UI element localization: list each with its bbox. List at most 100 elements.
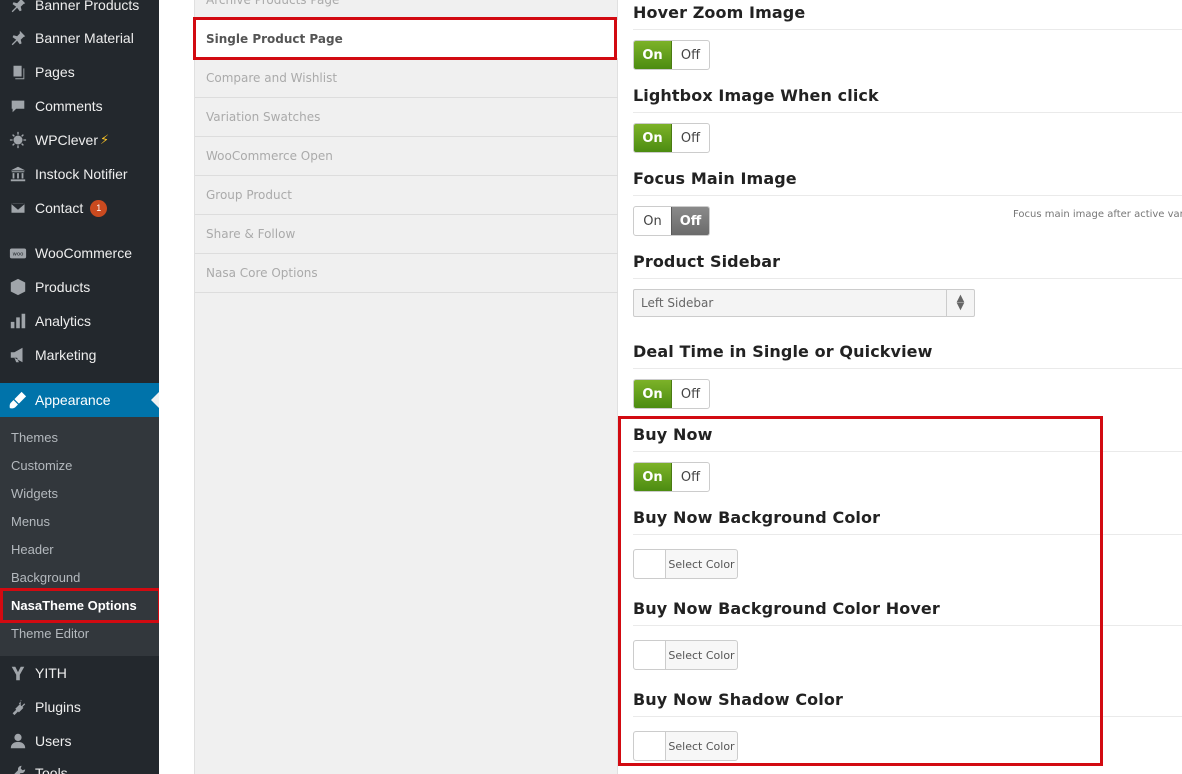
select-color-button[interactable]: Select Color bbox=[666, 641, 737, 669]
submenu-item-widgets[interactable]: Widgets bbox=[11, 484, 58, 504]
select-color-button[interactable]: Select Color bbox=[666, 732, 737, 760]
toggle-on[interactable]: On bbox=[634, 207, 671, 235]
bolt-icon: ⚡ bbox=[100, 132, 110, 147]
menu-label: Banner Material bbox=[35, 30, 134, 46]
menu-item-users[interactable]: Users bbox=[0, 724, 159, 758]
focus-main-toggle[interactable]: On Off bbox=[633, 206, 710, 236]
yith-icon bbox=[0, 664, 35, 682]
menu-item-yith[interactable]: YITH bbox=[0, 656, 159, 690]
field-title-buy-now: Buy Now bbox=[633, 425, 713, 444]
menu-item-marketing[interactable]: Marketing bbox=[0, 338, 159, 372]
menu-item-wpclever[interactable]: WPClever ⚡ bbox=[0, 123, 159, 157]
pages-icon bbox=[0, 63, 35, 81]
menu-item-pages[interactable]: Pages bbox=[0, 55, 159, 89]
sort-arrows-icon: ▲ ▼ bbox=[946, 290, 974, 316]
menu-item-woocommerce[interactable]: woo WooCommerce bbox=[0, 236, 159, 270]
field-separator bbox=[633, 278, 1182, 279]
menu-label: Users bbox=[35, 733, 72, 749]
product-sidebar-select[interactable]: Left Sidebar ▲ ▼ bbox=[633, 289, 975, 317]
menu-label: YITH bbox=[35, 665, 67, 681]
nav-item-archive-products[interactable]: Archive Products Page bbox=[195, 0, 618, 20]
buy-now-toggle[interactable]: On Off bbox=[633, 462, 710, 492]
toggle-off[interactable]: Off bbox=[672, 380, 709, 408]
nav-item-share-follow[interactable]: Share & Follow bbox=[195, 215, 618, 254]
thumbtack-icon bbox=[0, 0, 35, 14]
toggle-on[interactable]: On bbox=[634, 380, 672, 408]
admin-sidebar: Banner Products Banner Material Pages Co… bbox=[0, 0, 159, 774]
field-separator bbox=[633, 195, 1182, 196]
buy-now-bg-color-picker[interactable]: Select Color bbox=[633, 549, 738, 579]
nav-item-woocommerce-open[interactable]: WooCommerce Open bbox=[195, 137, 618, 176]
nav-item-single-product[interactable]: Single Product Page bbox=[195, 20, 618, 59]
email-icon bbox=[0, 199, 35, 217]
nav-item-variation-swatches[interactable]: Variation Swatches bbox=[195, 98, 618, 137]
menu-label: Marketing bbox=[35, 347, 97, 363]
field-separator bbox=[633, 451, 1182, 452]
users-icon bbox=[0, 732, 35, 750]
megaphone-icon bbox=[0, 346, 35, 364]
field-separator bbox=[633, 716, 1182, 717]
buy-now-bg-hover-color-picker[interactable]: Select Color bbox=[633, 640, 738, 670]
menu-item-products[interactable]: Products bbox=[0, 270, 159, 304]
menu-item-banner-material[interactable]: Banner Material bbox=[0, 21, 159, 55]
analytics-icon bbox=[0, 312, 35, 330]
color-swatch[interactable] bbox=[634, 641, 666, 669]
toggle-off[interactable]: Off bbox=[672, 463, 709, 491]
menu-label: Instock Notifier bbox=[35, 166, 128, 182]
comments-icon bbox=[0, 97, 35, 115]
color-swatch[interactable] bbox=[634, 550, 666, 578]
color-swatch[interactable] bbox=[634, 732, 666, 760]
notification-badge: 1 bbox=[90, 199, 108, 217]
field-title-focus-main: Focus Main Image bbox=[633, 169, 797, 188]
field-separator bbox=[633, 625, 1182, 626]
menu-item-analytics[interactable]: Analytics bbox=[0, 304, 159, 338]
menu-label: Analytics bbox=[35, 313, 92, 329]
toggle-off[interactable]: Off bbox=[672, 124, 709, 152]
menu-item-banner-products[interactable]: Banner Products bbox=[0, 0, 159, 22]
submenu-item-menus[interactable]: Menus bbox=[11, 512, 50, 532]
menu-label: Plugins bbox=[35, 699, 81, 715]
thumbtack-icon bbox=[0, 29, 35, 47]
menu-item-appearance[interactable]: Appearance bbox=[0, 383, 159, 417]
plugins-icon bbox=[0, 698, 35, 716]
field-title-hover-zoom: Hover Zoom Image bbox=[633, 3, 806, 22]
field-separator bbox=[633, 29, 1182, 30]
submenu-item-customize[interactable]: Customize bbox=[11, 456, 72, 476]
select-value: Left Sidebar bbox=[641, 296, 714, 310]
menu-label: Banner Products bbox=[35, 0, 140, 13]
field-title-deal-time: Deal Time in Single or Quickview bbox=[633, 342, 933, 361]
submenu-item-header[interactable]: Header bbox=[11, 540, 54, 560]
submenu-item-themes[interactable]: Themes bbox=[11, 428, 58, 448]
menu-item-comments[interactable]: Comments bbox=[0, 89, 159, 123]
toggle-off[interactable]: Off bbox=[672, 41, 709, 69]
lightbox-toggle[interactable]: On Off bbox=[633, 123, 710, 153]
select-color-button[interactable]: Select Color bbox=[666, 550, 737, 578]
appearance-icon bbox=[0, 391, 35, 409]
field-separator bbox=[633, 534, 1182, 535]
hover-zoom-toggle[interactable]: On Off bbox=[633, 40, 710, 70]
field-separator bbox=[633, 368, 1182, 369]
submenu-item-background[interactable]: Background bbox=[11, 568, 80, 588]
products-icon bbox=[0, 278, 35, 296]
submenu-item-nasatheme-options[interactable]: NasaTheme Options bbox=[11, 596, 137, 616]
menu-item-plugins[interactable]: Plugins bbox=[0, 690, 159, 724]
menu-label: Appearance bbox=[35, 392, 111, 408]
menu-item-tools[interactable]: Tools bbox=[0, 756, 159, 774]
field-title-lightbox: Lightbox Image When click bbox=[633, 86, 879, 105]
nav-item-group-product[interactable]: Group Product bbox=[195, 176, 618, 215]
focus-main-description: Focus main image after active varia bbox=[1013, 209, 1182, 220]
submenu-item-theme-editor[interactable]: Theme Editor bbox=[11, 624, 89, 644]
buy-now-shadow-color-picker[interactable]: Select Color bbox=[633, 731, 738, 761]
nav-item-compare-wishlist[interactable]: Compare and Wishlist bbox=[195, 59, 618, 98]
nav-item-nasa-core-options[interactable]: Nasa Core Options bbox=[195, 254, 618, 293]
menu-item-instock-notifier[interactable]: Instock Notifier bbox=[0, 157, 159, 191]
deal-time-toggle[interactable]: On Off bbox=[633, 379, 710, 409]
toggle-on[interactable]: On bbox=[634, 41, 672, 69]
menu-label: WPClever bbox=[35, 132, 99, 148]
field-title-buy-now-bg: Buy Now Background Color bbox=[633, 508, 881, 527]
toggle-on[interactable]: On bbox=[634, 463, 672, 491]
menu-item-contact[interactable]: Contact 1 bbox=[0, 191, 159, 225]
toggle-on[interactable]: On bbox=[634, 124, 672, 152]
menu-label: Tools bbox=[35, 765, 68, 774]
toggle-off[interactable]: Off bbox=[671, 207, 709, 235]
